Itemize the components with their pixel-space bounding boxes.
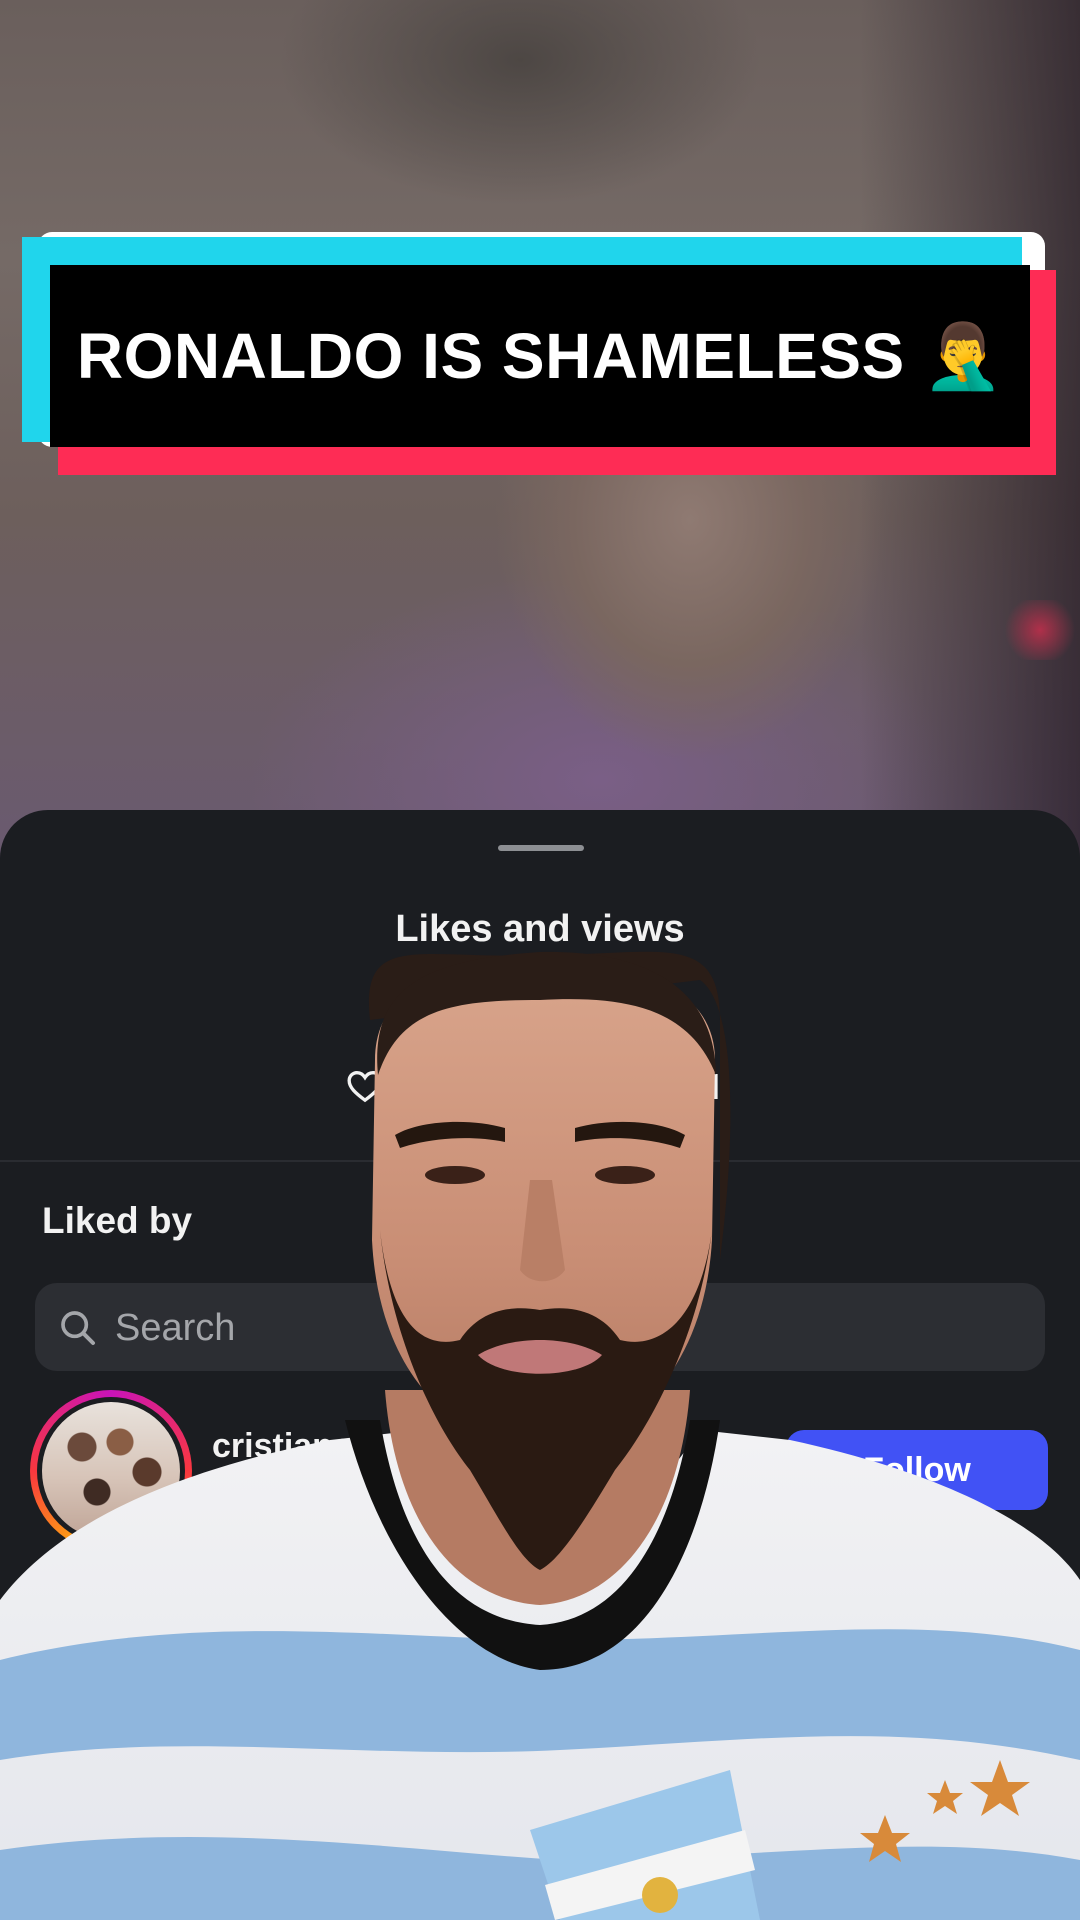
heart-icon <box>347 1070 383 1103</box>
search-input[interactable] <box>115 1303 415 1353</box>
avatar[interactable] <box>42 1402 180 1540</box>
sheet-grabber[interactable] <box>498 845 584 851</box>
divider <box>0 1160 1080 1162</box>
full-name: Cristi <box>212 1476 290 1514</box>
caption-box: RONALDO IS SHAMELESS 🤦‍♂️ <box>50 265 1030 447</box>
search-icon <box>61 1311 95 1345</box>
views-count: M <box>690 1066 720 1107</box>
background-light <box>1000 600 1080 660</box>
video-frame: RONALDO IS SHAMELESS 🤦‍♂️ Likes and view… <box>0 0 1080 1920</box>
sheet-title: Likes and views <box>395 908 685 950</box>
liked-by-heading: Liked by <box>42 1200 193 1241</box>
background-person-hair <box>220 0 840 240</box>
username[interactable]: cristiano <box>212 1427 354 1466</box>
follow-button[interactable]: Follow <box>786 1430 1048 1510</box>
caption-text: RONALDO IS SHAMELESS 🤦‍♂️ <box>76 319 1004 392</box>
